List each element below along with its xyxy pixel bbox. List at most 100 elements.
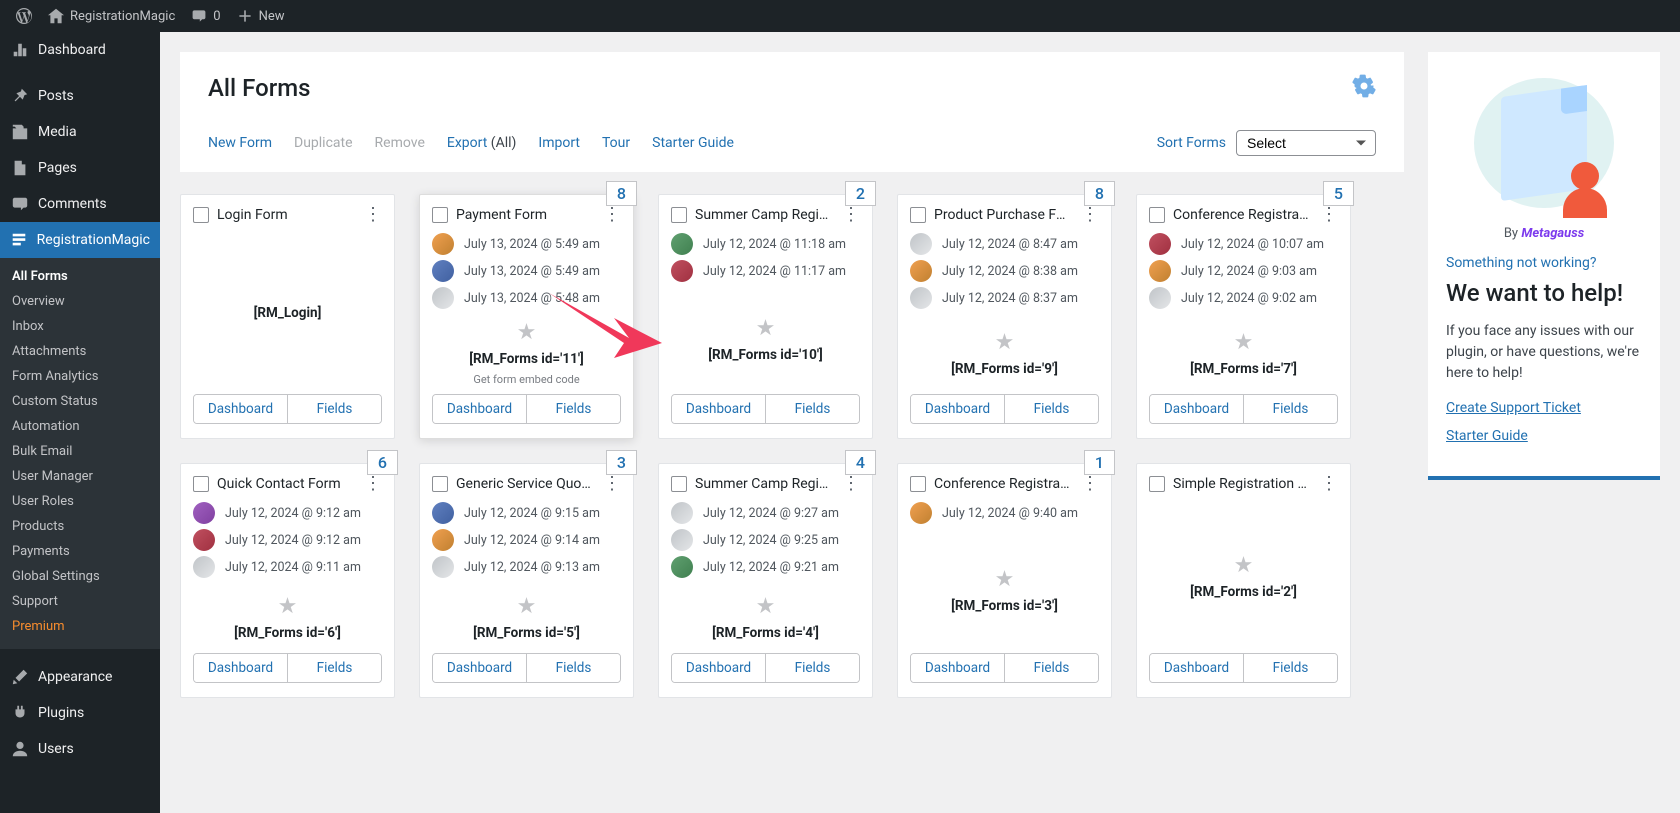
more-options-icon[interactable]: ⋮ <box>842 210 860 221</box>
favorite-star-icon[interactable]: ★ <box>1234 553 1254 578</box>
favorite-star-icon[interactable]: ★ <box>756 316 776 341</box>
embed-code-link[interactable]: Get form embed code <box>473 373 579 386</box>
tool-tour[interactable]: Tour <box>602 135 630 151</box>
sidebar-item-posts[interactable]: Posts <box>0 78 160 114</box>
select-form-checkbox[interactable] <box>193 476 209 492</box>
new-content[interactable]: New <box>229 0 293 32</box>
favorite-star-icon[interactable]: ★ <box>1234 330 1254 355</box>
dashboard-button[interactable]: Dashboard <box>1150 395 1243 423</box>
form-shortcode: [RM_Forms id='3'] <box>951 598 1058 614</box>
more-options-icon[interactable]: ⋮ <box>1081 210 1099 221</box>
sub-premium[interactable]: Premium <box>0 614 160 639</box>
favorite-star-icon[interactable]: ★ <box>995 330 1015 355</box>
support-ticket-link[interactable]: Create Support Ticket <box>1446 400 1642 416</box>
form-card: 2 Summer Camp Registr… ⋮ July 12, 2024 @… <box>658 194 873 439</box>
sub-products[interactable]: Products <box>0 514 160 539</box>
sidebar-item-registrationmagic[interactable]: RegistrationMagic <box>0 222 160 258</box>
dashboard-button[interactable]: Dashboard <box>672 654 765 682</box>
comments-bubble[interactable]: 0 <box>183 0 228 32</box>
sub-bulk-email[interactable]: Bulk Email <box>0 439 160 464</box>
dashboard-button[interactable]: Dashboard <box>433 654 526 682</box>
select-form-checkbox[interactable] <box>432 476 448 492</box>
sidebar-item-dashboard[interactable]: Dashboard <box>0 32 160 68</box>
submission-count-badge: 1 <box>1084 450 1115 475</box>
more-options-icon[interactable]: ⋮ <box>364 479 382 490</box>
dashboard-button[interactable]: Dashboard <box>1150 654 1243 682</box>
fields-button[interactable]: Fields <box>765 654 859 682</box>
more-options-icon[interactable]: ⋮ <box>1081 479 1099 490</box>
settings-gear-icon[interactable] <box>1352 74 1376 98</box>
sub-support[interactable]: Support <box>0 589 160 614</box>
sub-custom-status[interactable]: Custom Status <box>0 389 160 414</box>
sub-user-roles[interactable]: User Roles <box>0 489 160 514</box>
fields-button[interactable]: Fields <box>1004 395 1098 423</box>
starter-guide-link[interactable]: Starter Guide <box>1446 428 1642 444</box>
sub-form-analytics[interactable]: Form Analytics <box>0 364 160 389</box>
fields-button[interactable]: Fields <box>287 654 381 682</box>
more-options-icon[interactable]: ⋮ <box>364 210 382 221</box>
submission-time: July 12, 2024 @ 10:07 am <box>1181 237 1324 252</box>
tool-export[interactable]: Export (All) <box>447 135 517 151</box>
sub-inbox[interactable]: Inbox <box>0 314 160 339</box>
sidebar-item-plugins[interactable]: Plugins <box>0 695 160 731</box>
dashboard-button[interactable]: Dashboard <box>194 654 287 682</box>
sidebar-item-comments[interactable]: Comments <box>0 186 160 222</box>
site-name[interactable]: RegistrationMagic <box>40 0 183 32</box>
favorite-star-icon[interactable]: ★ <box>995 567 1015 592</box>
select-form-checkbox[interactable] <box>671 476 687 492</box>
favorite-star-icon[interactable]: ★ <box>517 594 537 619</box>
select-form-checkbox[interactable] <box>910 476 926 492</box>
favorite-star-icon[interactable]: ★ <box>517 320 537 345</box>
sidebar-item-media[interactable]: Media <box>0 114 160 150</box>
fields-button[interactable]: Fields <box>526 395 620 423</box>
select-form-checkbox[interactable] <box>1149 207 1165 223</box>
fields-button[interactable]: Fields <box>526 654 620 682</box>
tool-starter[interactable]: Starter Guide <box>652 135 734 151</box>
dashboard-button[interactable]: Dashboard <box>194 395 287 423</box>
more-options-icon[interactable]: ⋮ <box>1320 479 1338 490</box>
dashboard-button[interactable]: Dashboard <box>672 395 765 423</box>
more-options-icon[interactable]: ⋮ <box>603 479 621 490</box>
wp-logo[interactable] <box>8 0 40 32</box>
form-title: Conference Registrati… <box>934 476 1073 492</box>
favorite-star-icon[interactable]: ★ <box>278 594 298 619</box>
dashboard-button[interactable]: Dashboard <box>433 395 526 423</box>
favorite-star-icon[interactable]: ★ <box>756 594 776 619</box>
select-form-checkbox[interactable] <box>432 207 448 223</box>
form-shortcode: [RM_Forms id='4'] <box>712 625 819 641</box>
sub-attachments[interactable]: Attachments <box>0 339 160 364</box>
select-form-checkbox[interactable] <box>910 207 926 223</box>
fields-button[interactable]: Fields <box>1004 654 1098 682</box>
dashboard-button[interactable]: Dashboard <box>911 654 1004 682</box>
fields-button[interactable]: Fields <box>1243 395 1337 423</box>
sub-overview[interactable]: Overview <box>0 289 160 314</box>
sidebar-item-appearance[interactable]: Appearance <box>0 659 160 695</box>
select-form-checkbox[interactable] <box>193 207 209 223</box>
sort-select[interactable]: Select <box>1236 130 1376 156</box>
recent-submission: July 13, 2024 @ 5:49 am <box>432 260 621 282</box>
sidebar-subitems: All Forms Overview Inbox Attachments For… <box>0 258 160 649</box>
tool-import[interactable]: Import <box>538 135 580 151</box>
sidebar-item-users[interactable]: Users <box>0 731 160 767</box>
dashboard-button[interactable]: Dashboard <box>911 395 1004 423</box>
fields-button[interactable]: Fields <box>287 395 381 423</box>
select-form-checkbox[interactable] <box>671 207 687 223</box>
comments-count: 0 <box>213 9 220 24</box>
sub-all-forms[interactable]: All Forms <box>0 264 160 289</box>
sidebar-item-pages[interactable]: Pages <box>0 150 160 186</box>
sub-global-settings[interactable]: Global Settings <box>0 564 160 589</box>
sub-payments[interactable]: Payments <box>0 539 160 564</box>
sub-automation[interactable]: Automation <box>0 414 160 439</box>
select-form-checkbox[interactable] <box>1149 476 1165 492</box>
fields-button[interactable]: Fields <box>1243 654 1337 682</box>
submitter-avatar <box>432 233 454 255</box>
more-options-icon[interactable]: ⋮ <box>842 479 860 490</box>
fields-button[interactable]: Fields <box>765 395 859 423</box>
sub-user-manager[interactable]: User Manager <box>0 464 160 489</box>
tool-new-form[interactable]: New Form <box>208 135 272 151</box>
submitter-avatar <box>671 556 693 578</box>
more-options-icon[interactable]: ⋮ <box>603 210 621 221</box>
more-options-icon[interactable]: ⋮ <box>1320 210 1338 221</box>
form-icon <box>10 230 29 250</box>
submission-time: July 12, 2024 @ 9:03 am <box>1181 264 1317 279</box>
